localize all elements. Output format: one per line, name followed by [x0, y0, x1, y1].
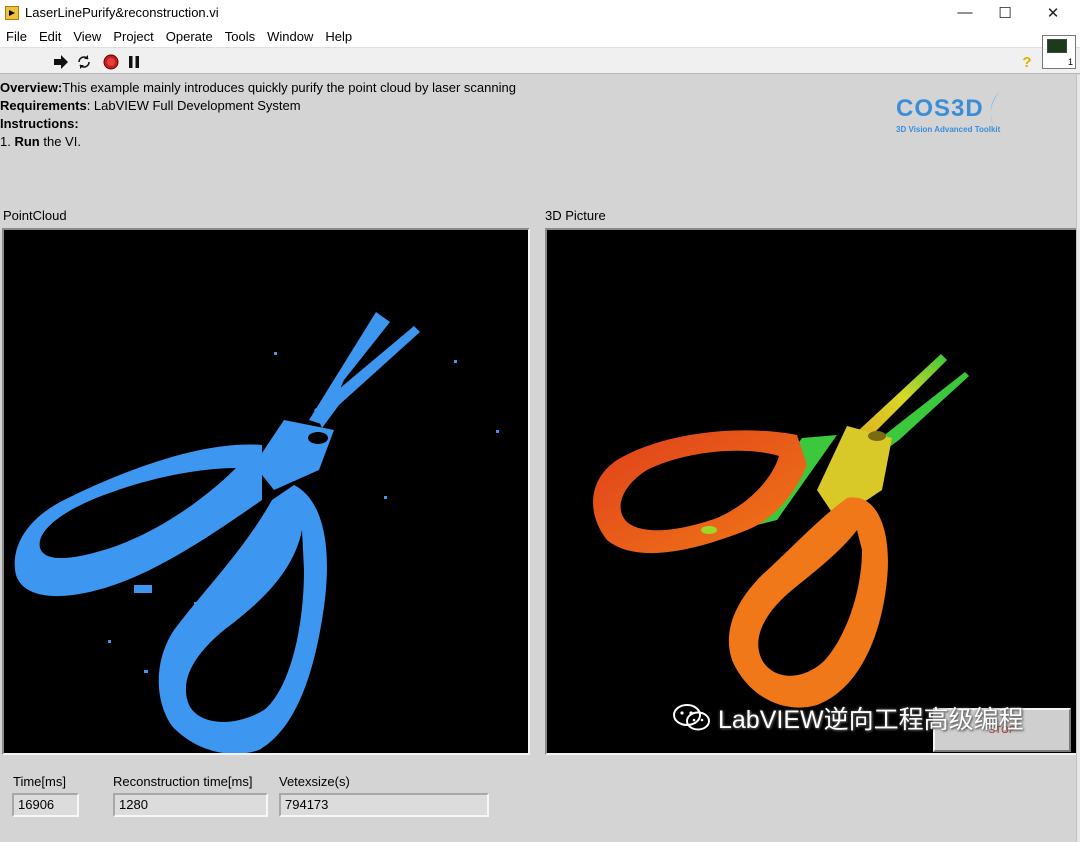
description-block: Overview:This example mainly introduces … [0, 79, 516, 151]
menu-window[interactable]: Window [261, 29, 319, 44]
menu-file[interactable]: File [0, 29, 33, 44]
time-label: Time[ms] [13, 774, 66, 789]
reconstruction-time-indicator: 1280 [113, 793, 268, 817]
vertex-size-indicator: 794173 [279, 793, 489, 817]
menu-tools[interactable]: Tools [219, 29, 261, 44]
cos3d-logo: COS3D 3D Vision Advanced Toolkit [896, 91, 1036, 151]
vi-connector-icon[interactable]: 1 [1042, 35, 1076, 69]
step-text: the VI. [39, 134, 81, 149]
requirements-text: : LabVIEW Full Development System [86, 98, 301, 113]
pointcloud-display[interactable] [2, 228, 530, 755]
pointcloud-label: PointCloud [3, 208, 67, 223]
vertex-size-label: Vetexsize(s) [279, 774, 350, 789]
watermark: LabVIEW逆向工程高级编程 [672, 700, 1024, 736]
maximize-button[interactable]: ☐ [982, 0, 1028, 25]
requirements-label: Requirements [0, 98, 87, 113]
logo-word: COS3D [896, 95, 984, 122]
run-arrow-icon[interactable] [53, 54, 69, 70]
labview-vi-icon [5, 5, 19, 20]
pause-icon[interactable] [126, 54, 142, 70]
vi-icon-number: 1 [1067, 57, 1073, 67]
watermark-text: LabVIEW逆向工程高级编程 [718, 706, 1024, 734]
overview-label: Overview: [0, 80, 63, 95]
logo-swoosh-icon [990, 91, 1000, 125]
menu-operate[interactable]: Operate [160, 29, 219, 44]
context-help-icon[interactable]: ? [1019, 54, 1035, 71]
step-prefix: 1. [0, 134, 15, 149]
menu-view[interactable]: View [67, 29, 107, 44]
time-indicator: 16906 [12, 793, 79, 817]
3d-scissors-render [593, 354, 969, 708]
toolbar: ? [0, 47, 1080, 74]
picture-label: 3D Picture [545, 208, 606, 223]
menu-edit[interactable]: Edit [33, 29, 67, 44]
logo-tagline: 3D Vision Advanced Toolkit [896, 125, 1001, 134]
title-bar: LaserLinePurify&reconstruction.vi — ☐ ✕ [0, 0, 1080, 25]
instructions-label: Instructions: [0, 116, 79, 131]
menu-project[interactable]: Project [107, 29, 159, 44]
menu-help[interactable]: Help [319, 29, 358, 44]
pointcloud-scissors-image [14, 312, 499, 754]
overview-text: This example mainly introduces quickly p… [62, 80, 516, 95]
wechat-icon [673, 704, 710, 731]
step-run: Run [14, 134, 40, 149]
3d-picture-display[interactable] [545, 228, 1080, 755]
reconstruction-time-label: Reconstruction time[ms] [113, 774, 253, 789]
menu-bar: File Edit View Project Operate Tools Win… [0, 25, 1080, 47]
window-title: LaserLinePurify&reconstruction.vi [25, 5, 219, 20]
vi-screen-icon [1047, 39, 1067, 53]
abort-execution-icon[interactable] [103, 54, 119, 70]
run-continuously-icon[interactable] [76, 54, 92, 70]
close-button[interactable]: ✕ [1030, 0, 1076, 25]
vertical-scrollbar[interactable] [1076, 75, 1080, 842]
